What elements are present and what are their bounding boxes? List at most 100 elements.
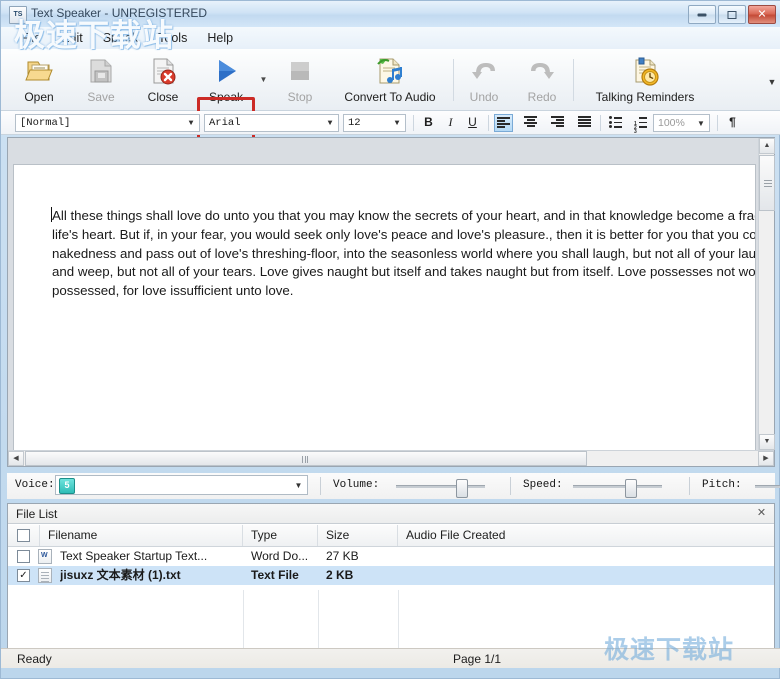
minimize-icon bbox=[697, 13, 707, 16]
menu-item-tools[interactable]: Tools bbox=[148, 29, 197, 47]
document-text[interactable]: All these things shall love do unto you … bbox=[52, 207, 755, 301]
font-family-value: Arial bbox=[209, 117, 241, 129]
undo-arrow-icon bbox=[468, 55, 500, 87]
align-right-icon bbox=[551, 116, 564, 127]
close-button[interactable]: ✕ bbox=[748, 5, 776, 24]
menu-item-speak[interactable]: Speak bbox=[93, 29, 148, 47]
minimize-button[interactable] bbox=[688, 5, 716, 24]
align-justify-button[interactable] bbox=[575, 114, 594, 132]
toolbar-close-button[interactable]: Close bbox=[135, 53, 191, 107]
bullet-list-icon bbox=[609, 116, 622, 128]
reminder-clock-icon bbox=[629, 55, 661, 87]
row-checkbox[interactable] bbox=[17, 550, 30, 563]
grid-line-3 bbox=[398, 590, 399, 650]
chevron-down-icon: ▼ bbox=[188, 119, 194, 128]
toolbar-talking-reminders-button[interactable]: Talking Reminders bbox=[579, 53, 711, 107]
cell-type: Text File bbox=[251, 568, 299, 582]
file-list-close-icon[interactable]: ✕ bbox=[755, 507, 768, 520]
title-bar: TS Text Speaker - UNREGISTERED ✕ bbox=[1, 1, 780, 27]
column-header-type[interactable]: Type bbox=[243, 525, 318, 546]
document-horizontal-scrollbar[interactable]: ◀ ▶ bbox=[8, 450, 774, 466]
scroll-left-button[interactable]: ◀ bbox=[8, 451, 24, 466]
menu-item-help[interactable]: Help bbox=[197, 29, 243, 47]
column-header-size[interactable]: Size bbox=[318, 525, 398, 546]
maximize-icon bbox=[727, 10, 737, 19]
align-justify-icon bbox=[578, 116, 591, 127]
menu-bar: File Edit Speak Tools Help bbox=[1, 27, 780, 49]
toolbar-open-button[interactable]: Open bbox=[11, 53, 67, 107]
close-document-icon bbox=[147, 55, 179, 87]
horizontal-scroll-thumb[interactable] bbox=[25, 451, 587, 466]
show-formatting-marks-button[interactable]: ¶ bbox=[723, 114, 742, 132]
toolbar-speak-button[interactable]: Speak bbox=[197, 53, 255, 107]
grid-line-2 bbox=[318, 590, 319, 650]
table-row[interactable]: ✓ jisuxz 文本素材 (1).txt Text File 2 KB bbox=[8, 566, 774, 585]
align-right-button[interactable] bbox=[548, 114, 567, 132]
toolbar-undo-button[interactable]: Undo bbox=[457, 53, 511, 107]
toolbar-separator-2 bbox=[573, 59, 574, 101]
chevron-down-icon: ▼ bbox=[294, 481, 303, 490]
window-frame: TS Text Speaker - UNREGISTERED ✕ File Ed… bbox=[0, 0, 780, 679]
speak-dropdown-caret-icon[interactable]: ▼ bbox=[259, 75, 268, 85]
bullet-list-button[interactable] bbox=[606, 114, 625, 132]
bold-button[interactable]: B bbox=[419, 114, 438, 132]
cell-filename: jisuxz 文本素材 (1).txt bbox=[60, 568, 181, 582]
toolbar-overflow-button[interactable]: ▼ bbox=[766, 75, 778, 89]
maximize-button[interactable] bbox=[718, 5, 746, 24]
toolbar-save-button[interactable]: Save bbox=[73, 53, 129, 107]
align-center-icon bbox=[524, 116, 537, 127]
file-list-header: File List ✕ bbox=[8, 504, 774, 524]
row-checkbox[interactable]: ✓ bbox=[17, 569, 30, 582]
close-icon: ✕ bbox=[757, 8, 767, 20]
cell-size: 27 KB bbox=[326, 549, 359, 563]
volume-slider-thumb[interactable] bbox=[456, 479, 468, 498]
select-all-checkbox[interactable] bbox=[17, 529, 30, 542]
scroll-down-button[interactable]: ▼ bbox=[759, 434, 775, 450]
vertical-scroll-thumb[interactable] bbox=[759, 155, 775, 211]
numbered-list-button[interactable]: 1 2 3 bbox=[631, 114, 650, 135]
select-all-column[interactable] bbox=[8, 525, 40, 546]
column-header-audio-created[interactable]: Audio File Created bbox=[398, 525, 774, 546]
numbered-list-icon: 1 2 3 bbox=[634, 116, 647, 135]
chevron-down-icon: ▼ bbox=[697, 119, 705, 128]
grid-line-1 bbox=[243, 590, 244, 650]
scroll-grip-icon bbox=[302, 456, 310, 463]
toolbar-redo-button[interactable]: Redo bbox=[515, 53, 569, 107]
italic-button[interactable]: I bbox=[441, 114, 460, 132]
document-page[interactable]: All these things shall love do unto you … bbox=[13, 164, 756, 466]
pitch-slider[interactable] bbox=[755, 485, 780, 488]
format-separator-1 bbox=[413, 115, 414, 131]
speed-slider-thumb[interactable] bbox=[625, 479, 637, 498]
zoom-value: 100% bbox=[658, 117, 685, 129]
status-text: Ready bbox=[17, 652, 52, 666]
page-indicator: Page 1/1 bbox=[453, 652, 502, 666]
document-vertical-scrollbar[interactable]: ▲ ▼ bbox=[758, 138, 775, 450]
align-left-button[interactable] bbox=[494, 114, 513, 132]
font-size-combo[interactable]: 12 ▼ bbox=[343, 114, 406, 132]
chevron-down-icon: ▼ bbox=[394, 119, 400, 128]
zoom-combo[interactable]: 100% ▼ bbox=[653, 114, 710, 132]
speed-slider[interactable] bbox=[573, 479, 662, 498]
cell-filename: Text Speaker Startup Text... bbox=[60, 549, 208, 563]
volume-slider[interactable] bbox=[396, 479, 485, 498]
toolbar-separator-1 bbox=[453, 59, 454, 101]
font-family-combo[interactable]: Arial ▼ bbox=[204, 114, 339, 132]
underline-button[interactable]: U bbox=[463, 114, 482, 132]
voice-select[interactable]: 5 ▼ bbox=[55, 475, 308, 495]
toolbar-convert-to-audio-button[interactable]: Convert To Audio bbox=[331, 53, 449, 107]
menu-item-file[interactable]: File bbox=[11, 29, 51, 47]
align-center-button[interactable] bbox=[521, 114, 540, 132]
toolbar-close-label: Close bbox=[147, 90, 179, 104]
table-row[interactable]: Text Speaker Startup Text... Word Do... … bbox=[8, 547, 774, 566]
chevron-down-icon: ▼ bbox=[327, 119, 333, 128]
toolbar-stop-button[interactable]: Stop bbox=[273, 53, 327, 107]
menu-item-edit[interactable]: Edit bbox=[51, 29, 93, 47]
format-separator-3 bbox=[600, 115, 601, 131]
scroll-right-button[interactable]: ▶ bbox=[758, 451, 774, 466]
pitch-label: Pitch: bbox=[702, 479, 742, 491]
column-header-filename[interactable]: Filename bbox=[40, 525, 243, 546]
scroll-up-button[interactable]: ▲ bbox=[759, 138, 775, 154]
voice-control-bar: Voice: 5 ▼ Volume: Speed: Pitch: bbox=[7, 473, 780, 499]
format-bar: [Normal] ▼ Arial ▼ 12 ▼ B I U 1 2 3 100%… bbox=[1, 111, 780, 135]
paragraph-style-combo[interactable]: [Normal] ▼ bbox=[15, 114, 200, 132]
